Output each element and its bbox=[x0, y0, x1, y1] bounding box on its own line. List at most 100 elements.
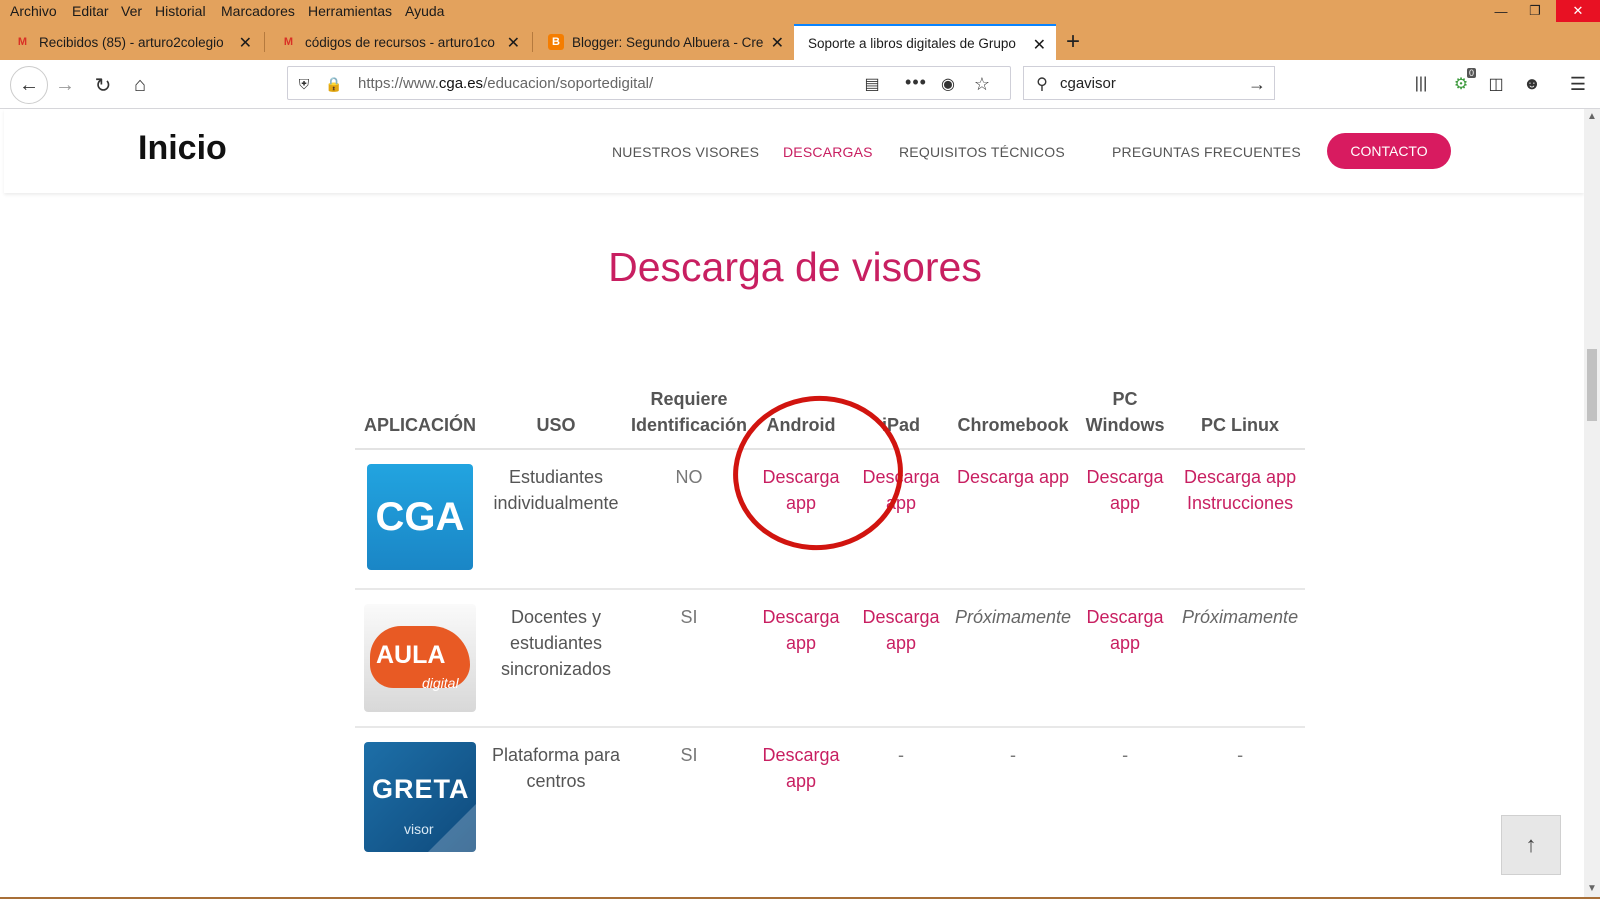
scroll-down-icon[interactable]: ▼ bbox=[1587, 883, 1597, 894]
forward-icon[interactable]: → bbox=[50, 70, 80, 100]
tab-soporte-active[interactable]: Soporte a libros digitales de Grupo ✕ bbox=[794, 24, 1056, 60]
greta-logo-text: GRETA bbox=[372, 774, 470, 804]
linux-status: - bbox=[1237, 745, 1244, 765]
linux-download-link[interactable]: Descarga app bbox=[1179, 464, 1301, 490]
search-icon: ⚲ bbox=[1036, 76, 1048, 93]
aula-logo-subtext: digital bbox=[422, 675, 459, 691]
sidebar-icon[interactable]: ◫ bbox=[1485, 73, 1507, 95]
reader-view-icon[interactable]: ▤ bbox=[862, 74, 882, 94]
downloads-table: APLICACIÓN USO Requiere Identificación A… bbox=[355, 386, 1306, 856]
nav-toolbar: ← → ↻ ⌂ ⛨ 🔒 https://www.cga.es/educacion… bbox=[0, 60, 1600, 109]
scroll-up-icon[interactable]: ▲ bbox=[1587, 111, 1597, 122]
url-bar[interactable]: ⛨ 🔒 https://www.cga.es/educacion/soporte… bbox=[287, 66, 1011, 100]
col-header-chromebook: Chromebook bbox=[951, 386, 1076, 450]
search-input[interactable] bbox=[1058, 74, 1232, 93]
chromebook-download-link[interactable]: Descarga app bbox=[951, 449, 1076, 590]
col-header-android: Android bbox=[751, 386, 852, 450]
close-icon[interactable]: ✕ bbox=[1033, 35, 1046, 55]
tab-title: Recibidos (85) - arturo2colegio bbox=[39, 34, 224, 50]
app-cell: AULA digital bbox=[355, 589, 485, 728]
shield-icon[interactable]: ⛨ bbox=[294, 74, 314, 94]
pocket-icon[interactable]: ◉ bbox=[938, 74, 958, 94]
uso-cell: Plataforma para centros bbox=[491, 745, 621, 791]
more-actions-icon[interactable]: ••• bbox=[904, 72, 928, 92]
table-row: AULA digital Docentes y estudiantes sinc… bbox=[355, 589, 1306, 728]
browser-chrome: Archivo Editar Ver Historial Marcadores … bbox=[0, 0, 1600, 60]
reload-icon[interactable]: ↻ bbox=[88, 70, 118, 100]
app-cell: CGA bbox=[355, 449, 485, 590]
search-box[interactable]: ⚲ → bbox=[1023, 66, 1275, 100]
menu-herramientas[interactable]: Herramientas bbox=[308, 3, 392, 19]
windows-download-link[interactable]: Descarga app bbox=[1075, 449, 1176, 590]
col-header-ipad: iPad bbox=[851, 386, 952, 450]
url-domain: cga.es bbox=[438, 75, 484, 92]
scrollbar-thumb[interactable] bbox=[1587, 349, 1597, 421]
nav-requisitos-tecnicos[interactable]: REQUISITOS TÉCNICOS bbox=[899, 144, 1065, 160]
back-icon[interactable]: ← bbox=[10, 66, 48, 104]
tab-separator bbox=[532, 32, 533, 52]
nav-preguntas-frecuentes[interactable]: PREGUNTAS FRECUENTES bbox=[1112, 144, 1301, 160]
menu-historial[interactable]: Historial bbox=[155, 3, 206, 19]
search-go-icon[interactable]: → bbox=[1246, 73, 1268, 95]
android-download-link[interactable]: Descarga app bbox=[751, 449, 852, 590]
cga-logo[interactable]: CGA bbox=[367, 464, 473, 570]
gmail-icon: M bbox=[283, 36, 294, 48]
android-download-link[interactable]: Descarga app bbox=[751, 589, 852, 728]
restore-icon[interactable]: ❐ bbox=[1513, 0, 1557, 22]
app-cell: GRETA visor bbox=[355, 727, 485, 856]
back-to-top-button[interactable]: ↑ bbox=[1501, 815, 1561, 875]
col-header-windows: PC Windows bbox=[1075, 386, 1176, 450]
requiere-cell: NO bbox=[627, 449, 752, 590]
ipad-download-link[interactable]: Descarga app bbox=[851, 449, 952, 590]
extension-icon[interactable]: ⚙ 0 bbox=[1448, 68, 1476, 96]
ipad-download-link[interactable]: Descarga app bbox=[851, 589, 952, 728]
account-icon[interactable]: ☻ bbox=[1521, 73, 1543, 95]
lock-icon[interactable]: 🔒 bbox=[324, 74, 344, 94]
blogger-icon: B bbox=[548, 34, 564, 50]
bookmark-star-icon[interactable]: ☆ bbox=[971, 73, 993, 95]
nav-descargas[interactable]: DESCARGAS bbox=[783, 144, 873, 160]
url-path: /educacion/soportedigital/ bbox=[483, 75, 654, 92]
menu-marcadores[interactable]: Marcadores bbox=[221, 3, 295, 19]
tab-title: Blogger: Segundo Albuera - Cre bbox=[572, 34, 764, 50]
notification-badge: 0 bbox=[1466, 68, 1476, 78]
url-text[interactable]: https://www.cga.es/educacion/soportedigi… bbox=[358, 75, 653, 92]
linux-instructions-link[interactable]: Instrucciones bbox=[1179, 490, 1301, 516]
page-scrollbar[interactable]: ▲ ▼ bbox=[1584, 109, 1600, 899]
aula-logo-text: AULA bbox=[376, 641, 446, 669]
android-download-link[interactable]: Descarga app bbox=[751, 727, 851, 856]
greta-visor-logo[interactable]: GRETA visor bbox=[364, 742, 476, 852]
close-icon[interactable]: ✕ bbox=[771, 33, 784, 53]
arrow-up-icon: ↑ bbox=[1525, 832, 1537, 857]
new-tab-icon[interactable]: + bbox=[1066, 28, 1080, 56]
tab-blogger[interactable]: B Blogger: Segundo Albuera - Cre ✕ bbox=[534, 24, 794, 60]
menu-editar[interactable]: Editar bbox=[72, 3, 109, 19]
col-header-aplicacion: APLICACIÓN bbox=[355, 386, 485, 450]
close-window-icon[interactable]: ✕ bbox=[1556, 0, 1600, 22]
site-logo[interactable]: Inicio bbox=[138, 129, 227, 168]
url-prefix: https://www. bbox=[358, 75, 439, 92]
logo-fold bbox=[428, 804, 476, 852]
tab-gmail-recibidos[interactable]: M Recibidos (85) - arturo2colegio ✕ bbox=[0, 24, 262, 60]
windows-status: - bbox=[1122, 745, 1129, 765]
tab-gmail-codigos[interactable]: M códigos de recursos - arturo1co ✕ bbox=[266, 24, 530, 60]
close-icon[interactable]: ✕ bbox=[239, 33, 252, 53]
menu-ayuda[interactable]: Ayuda bbox=[405, 3, 444, 19]
linux-cell: Descarga app Instrucciones bbox=[1175, 449, 1306, 590]
home-icon[interactable]: ⌂ bbox=[125, 70, 155, 100]
library-icon[interactable]: ||| bbox=[1409, 73, 1433, 95]
nav-nuestros-visores[interactable]: NUESTROS VISORES bbox=[612, 144, 759, 160]
uso-cell: Docentes y estudiantes sincronizados bbox=[485, 589, 627, 728]
windows-download-link[interactable]: Descarga app bbox=[1075, 589, 1176, 728]
ipad-status: - bbox=[898, 745, 905, 765]
col-header-requiere: Requiere Identificación bbox=[627, 386, 752, 450]
close-icon[interactable]: ✕ bbox=[507, 33, 520, 53]
site-header: Inicio NUESTROS VISORES DESCARGAS REQUIS… bbox=[4, 109, 1584, 193]
aula-digital-logo[interactable]: AULA digital bbox=[364, 604, 476, 712]
menu-ver[interactable]: Ver bbox=[121, 3, 142, 19]
contact-button[interactable]: CONTACTO bbox=[1327, 133, 1451, 169]
page-title: Descarga de visores bbox=[608, 244, 982, 290]
menu-archivo[interactable]: Archivo bbox=[10, 3, 57, 19]
hamburger-menu-icon[interactable]: ☰ bbox=[1567, 73, 1589, 95]
linux-status: Próximamente bbox=[1175, 589, 1306, 728]
